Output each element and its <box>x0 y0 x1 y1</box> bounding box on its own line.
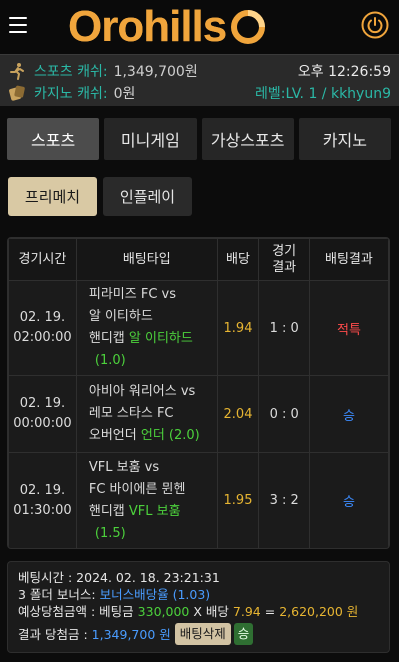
header-bet-type: 배팅타입 <box>75 238 218 281</box>
bet-label: 핸디캡 <box>88 503 125 519</box>
bet-summary: 베팅시간 : 2024. 02. 18. 23:21:31 3 폴더 보너스: … <box>7 561 390 653</box>
logo[interactable]: Orohills <box>68 0 266 54</box>
bonus-value: 보너스배당율 (1.03) <box>99 587 211 602</box>
times-sign: X <box>193 604 202 619</box>
subtab-prematch[interactable]: 프리메치 <box>8 177 97 216</box>
table-row: 02. 19. 00:00:00 아비아 워리어스 vs 레모 스타스 FC 오버… <box>8 375 389 453</box>
table-row: 02. 19. 01:30:00 VFL 보훔 vs FC 바이에른 뮌헨 핸디캡… <box>8 452 389 548</box>
win-badge: 승 <box>233 623 254 645</box>
bet-extra: (1.5) <box>94 525 126 541</box>
odds-value: 1.95 <box>216 452 260 548</box>
table-header-row: 경기시간 배팅타입 배당 경기 결과 배팅결과 <box>8 238 389 281</box>
casino-cash-row: 카지노 캐쉬: 0원 <box>8 82 135 104</box>
odds-value: 2.04 <box>216 375 260 453</box>
bet-type-cell: 피라미즈 FC vs 알 이티하드 핸디캡 알 이티하드 (1.0) <box>75 280 218 376</box>
bonus-label: 3 폴더 보너스: <box>18 587 96 602</box>
header-game-result: 경기 결과 <box>258 238 310 281</box>
logo-text: Orohills <box>68 2 227 51</box>
result-line: 결과 당첨금 : 1,349,700 원 배팅삭제 승 <box>18 623 379 645</box>
subtab-inplay[interactable]: 인플레이 <box>103 177 192 216</box>
expected-line: 예상당첨금액 : 베팅금 330,000 X 배당 7.94 = 2,620,2… <box>18 603 379 620</box>
user-level[interactable]: 레벨:LV. 1 / kkhyun9 <box>255 83 391 103</box>
account-info-bar: 스포츠 캐쉬: 1,349,700원 카지노 캐쉬: 0원 오후 12:26:5… <box>0 54 399 106</box>
match-time: 02. 19. 00:00:00 <box>8 375 77 453</box>
bet-pick: 언더 (2.0) <box>140 428 200 443</box>
sub-tabs: 프리메치 인플레이 <box>8 177 192 216</box>
runner-icon <box>10 63 24 80</box>
power-icon[interactable] <box>361 11 389 39</box>
bet-pick: VFL 보훔 <box>128 503 181 519</box>
app-header: Orohills <box>0 0 399 54</box>
sports-cash-row: 스포츠 캐쉬: 1,349,700원 <box>8 60 198 82</box>
expected-label: 예상당첨금액 : <box>18 604 96 619</box>
bet-result-value: 적특 <box>308 280 389 376</box>
expected-value: 2,620,200 원 <box>279 604 359 619</box>
logo-ring-icon <box>231 10 266 44</box>
header-bet-result: 배팅결과 <box>308 238 389 281</box>
bet-time-line: 베팅시간 : 2024. 02. 18. 23:21:31 <box>18 569 379 586</box>
result-label: 결과 당첨금 : <box>18 626 88 642</box>
score-value: 0 : 0 <box>258 375 310 453</box>
teams-line1: 아비아 워리어스 vs <box>88 384 196 399</box>
clock: 오후 12:26:59 <box>297 64 391 80</box>
bet-label: 오버언더 <box>88 428 137 443</box>
bonus-line: 3 폴더 보너스: 보너스배당율 (1.03) <box>18 586 379 603</box>
teams-line1: VFL 보훔 vs <box>88 459 160 475</box>
bet-time-value: 2024. 02. 18. 23:21:31 <box>76 570 220 585</box>
main-tabs: 스포츠 미니게임 가상스포츠 카지노 <box>7 118 391 160</box>
match-time: 02. 19. 01:30:00 <box>8 452 77 548</box>
header-odds: 배당 <box>216 238 260 281</box>
tab-minigame[interactable]: 미니게임 <box>104 118 197 160</box>
hamburger-menu-icon[interactable] <box>9 17 27 33</box>
teams-line1: 피라미즈 FC vs <box>88 287 177 302</box>
teams-line2: 레모 스타스 FC <box>88 406 174 421</box>
bet-type-cell: VFL 보훔 vs FC 바이에른 뮌헨 핸디캡 VFL 보훔 (1.5) <box>75 452 218 548</box>
bet-amount-value: 330,000 <box>137 604 190 619</box>
teams-line2: 알 이티하드 <box>88 309 153 324</box>
bet-result-value: 승 <box>308 375 389 453</box>
bet-extra: (1.0) <box>94 353 126 368</box>
odds-total-value: 7.94 <box>232 604 261 619</box>
equals-sign: = <box>264 604 276 619</box>
casino-chip-icon <box>9 85 25 101</box>
sports-cash-value: 1,349,700원 <box>113 64 198 80</box>
delete-bet-button[interactable]: 배팅삭제 <box>174 623 231 645</box>
result-value: 1,349,700 원 <box>91 626 171 642</box>
bet-history-table: 경기시간 배팅타입 배당 경기 결과 배팅결과 02. 19. 02:00:00 피… <box>7 237 390 549</box>
casino-cash-label: 카지노 캐쉬: <box>34 86 108 102</box>
tab-casino[interactable]: 카지노 <box>298 118 391 160</box>
bet-amount-label: 베팅금 <box>99 604 134 619</box>
odds-value: 1.94 <box>216 280 260 376</box>
bet-type-cell: 아비아 워리어스 vs 레모 스타스 FC 오버언더 언더 (2.0) <box>75 375 218 453</box>
score-value: 1 : 0 <box>258 280 310 376</box>
sports-cash-label: 스포츠 캐쉬: <box>34 64 108 80</box>
bet-pick: 알 이티하드 <box>128 331 193 346</box>
casino-cash-value: 0원 <box>113 86 136 102</box>
score-value: 3 : 2 <box>258 452 310 548</box>
tab-sports[interactable]: 스포츠 <box>7 118 100 160</box>
odds-label: 배당 <box>205 604 229 619</box>
header-time: 경기시간 <box>8 238 77 281</box>
table-row: 02. 19. 02:00:00 피라미즈 FC vs 알 이티하드 핸디캡 알 … <box>8 280 389 376</box>
match-time: 02. 19. 02:00:00 <box>8 280 77 376</box>
tab-virtual-sports[interactable]: 가상스포츠 <box>201 118 294 160</box>
bet-label: 핸디캡 <box>88 331 125 346</box>
bet-result-value: 승 <box>308 452 389 548</box>
bet-time-label: 베팅시간 : <box>18 570 73 585</box>
teams-line2: FC 바이에른 뮌헨 <box>88 481 186 497</box>
